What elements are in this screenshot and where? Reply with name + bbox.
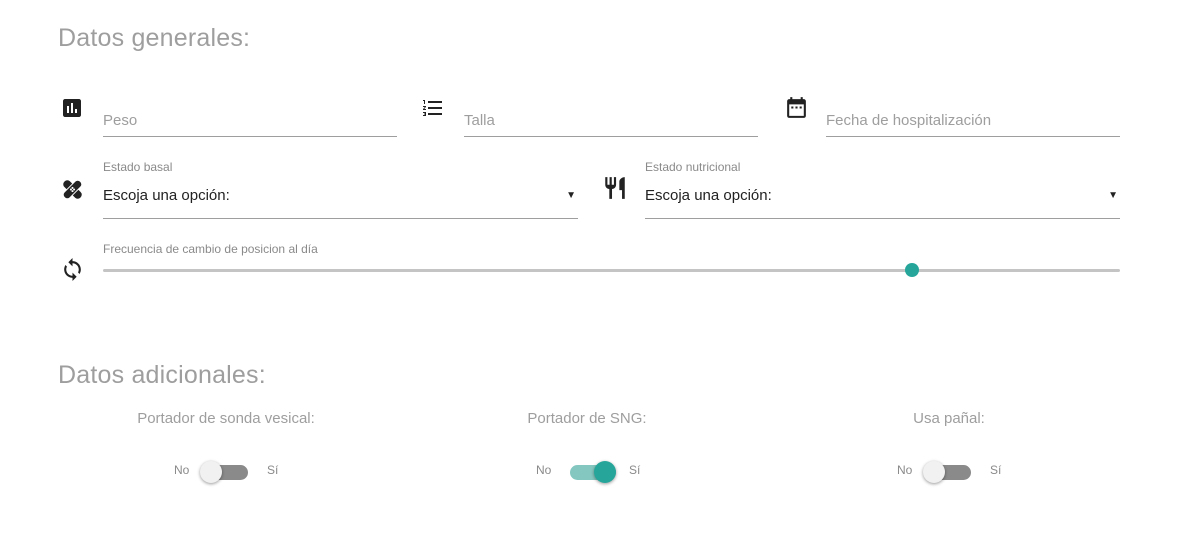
estado-basal-value: Escoja una opción: [103,187,230,204]
estado-nutricional-value: Escoja una opción: [645,187,772,204]
bar-chart-icon [60,96,84,120]
switch-off-label: No [174,463,190,477]
switch-title-sng: Portador de SNG: [527,410,647,427]
estado-basal-label: Estado basal [103,160,173,174]
switch-sng: Portador de SNG: No Sí [437,410,737,483]
switch-sonda-vesical: Portador de sonda vesical: No Sí [76,410,376,483]
switch-panal: Usa pañal: No Sí [799,410,1099,483]
switch-off-label: No [897,463,913,477]
restaurant-icon [602,175,628,201]
switch-row-sng[interactable]: No Sí [437,460,737,484]
talla-field[interactable] [464,104,758,137]
talla-input[interactable] [464,104,758,136]
frecuencia-cambio-slider[interactable] [103,263,1120,277]
switch-off-label: No [536,463,552,477]
section-title-additional: Datos adicionales: [58,361,266,389]
slider-thumb[interactable] [904,263,919,277]
peso-field[interactable] [103,104,397,137]
switch-on-label: Sí [990,463,1002,477]
toggle-sonda-vesical[interactable] [200,461,248,483]
fecha-hospitalizacion-field[interactable] [826,104,1120,137]
estado-nutricional-select[interactable]: Estado nutricional Escoja una opción: ▼ [645,160,1120,219]
toggle-panal[interactable] [923,461,971,483]
switch-on-label: Sí [267,463,279,477]
fecha-hospitalizacion-input[interactable] [826,104,1120,136]
switch-row-panal[interactable]: No Sí [799,460,1099,484]
section-title-general: Datos generales: [58,24,251,52]
toggle-knob[interactable] [923,461,945,483]
frecuencia-cambio-label: Frecuencia de cambio de posicion al día [103,242,318,256]
switch-title-sonda-vesical: Portador de sonda vesical: [137,410,315,427]
toggle-knob[interactable] [594,461,616,483]
numbered-list-icon [420,96,446,120]
calendar-icon [784,95,809,120]
switch-title-panal: Usa pañal: [913,410,985,427]
toggle-knob[interactable] [200,461,222,483]
peso-input[interactable] [103,104,397,136]
estado-basal-select[interactable]: Estado basal Escoja una opción: ▼ [103,160,578,219]
bandage-icon [59,176,86,203]
toggle-sng[interactable] [570,461,616,483]
caret-down-icon: ▼ [1108,190,1118,201]
estado-nutricional-label: Estado nutricional [645,160,741,174]
sync-icon [60,256,85,283]
caret-down-icon: ▼ [566,190,576,201]
switch-row-sonda-vesical[interactable]: No Sí [76,460,376,484]
switch-on-label: Sí [629,463,641,477]
